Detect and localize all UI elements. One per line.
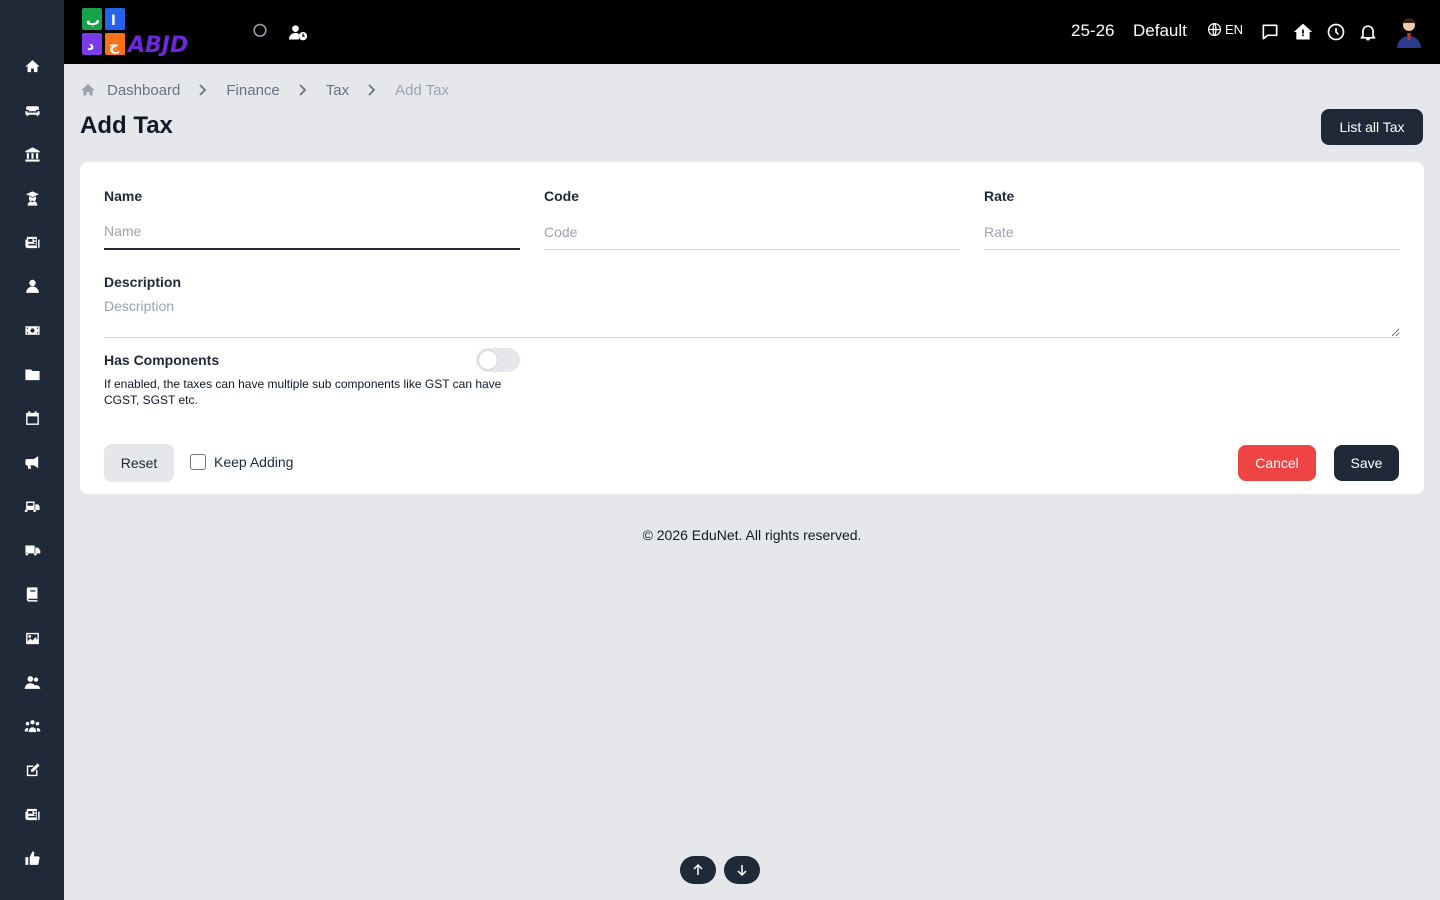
breadcrumb-tax[interactable]: Tax <box>326 82 349 99</box>
svg-text:د: د <box>87 38 94 54</box>
breadcrumb-finance[interactable]: Finance <box>226 82 279 99</box>
breadcrumb-dashboard[interactable]: Dashboard <box>107 82 180 99</box>
book-icon <box>26 586 37 602</box>
toggle-knob <box>478 350 498 370</box>
sidebar-item-logistics[interactable] <box>0 528 64 572</box>
sidebar-item-academics[interactable] <box>0 176 64 220</box>
code-label: Code <box>544 188 579 204</box>
bell-icon[interactable] <box>1356 20 1380 44</box>
language-selector[interactable]: EN <box>1207 22 1243 37</box>
folder-icon <box>24 369 40 380</box>
bank-icon <box>24 146 40 162</box>
svg-text:ب: ب <box>86 13 100 29</box>
school-bus-icon <box>24 501 40 512</box>
chat-icon[interactable] <box>1258 20 1282 44</box>
session-selector[interactable]: 25-26 <box>1071 21 1114 41</box>
topbar: ب ا د ج ABJD 25-26 Default EN <box>64 0 1440 64</box>
arrow-up-icon <box>693 864 703 875</box>
scroll-up-button[interactable] <box>680 856 716 884</box>
has-components-toggle[interactable] <box>476 348 520 372</box>
graduate-icon <box>25 190 39 206</box>
description-label: Description <box>104 274 182 290</box>
sidebar-item-gallery[interactable] <box>0 616 64 660</box>
sidebar-item-reports[interactable] <box>0 792 64 836</box>
breadcrumb-current: Add Tax <box>395 81 450 99</box>
rate-label: Rate <box>984 188 1015 204</box>
add-tax-form: Name Code Rate Description Has Component… <box>80 162 1424 494</box>
newspaper-icon <box>24 236 40 248</box>
has-components-label: Has Components <box>104 352 220 368</box>
chevron-right-icon <box>197 84 209 96</box>
image-icon <box>25 632 39 644</box>
footer-copyright: © 2026 EduNet. All rights reserved. <box>642 527 862 543</box>
language-label: EN <box>1225 22 1244 37</box>
edit-icon <box>26 762 40 776</box>
abjd-logo[interactable]: ب ا د ج ABJD <box>80 8 226 58</box>
people-group-icon <box>24 719 40 732</box>
save-button[interactable]: Save <box>1334 445 1399 481</box>
page-title: Add Tax <box>80 112 173 139</box>
has-components-help: If enabled, the taxes can have multiple … <box>104 377 502 407</box>
home-alert-icon[interactable] <box>1291 20 1315 44</box>
sidebar-item-announcements[interactable] <box>0 440 64 484</box>
list-icon <box>24 808 40 820</box>
sidebar <box>0 0 64 900</box>
description-field-group: Description <box>104 274 1400 338</box>
circle-icon[interactable] <box>248 20 272 44</box>
school-selector[interactable]: Default <box>1133 21 1187 41</box>
svg-text:ABJD: ABJD <box>126 33 188 56</box>
sidebar-item-documents[interactable] <box>0 352 64 396</box>
cancel-button[interactable]: Cancel <box>1238 445 1316 481</box>
sidebar-item-library[interactable] <box>0 572 64 616</box>
sidebar-item-institution[interactable] <box>0 132 64 176</box>
clock-icon[interactable] <box>1324 20 1348 44</box>
svg-text:ا: ا <box>111 13 116 29</box>
sidebar-item-transport[interactable] <box>0 484 64 528</box>
sofa-icon <box>24 105 40 116</box>
breadcrumb: Dashboard Finance Tax Add Tax <box>80 80 449 100</box>
arrow-down-icon <box>737 865 747 876</box>
home-icon <box>24 59 40 72</box>
sidebar-item-furniture[interactable] <box>0 88 64 132</box>
home-icon[interactable] <box>80 82 96 98</box>
calendar-icon <box>25 410 39 425</box>
rate-input[interactable] <box>984 214 1400 250</box>
description-textarea[interactable] <box>104 298 1400 338</box>
sidebar-item-news[interactable] <box>0 220 64 264</box>
user-icon <box>25 279 39 293</box>
scroll-down-button[interactable] <box>724 856 760 884</box>
chevron-right-icon <box>297 84 309 96</box>
thumbs-up-icon <box>24 850 40 865</box>
megaphone-icon <box>24 455 38 469</box>
money-icon <box>24 325 40 335</box>
keep-adding-option[interactable]: Keep Adding <box>190 454 293 470</box>
chevron-right-icon <box>366 84 378 96</box>
user-avatar[interactable] <box>1394 16 1424 48</box>
code-field-group: Code <box>544 188 960 250</box>
keep-adding-checkbox[interactable] <box>190 454 206 470</box>
sidebar-item-exams[interactable] <box>0 748 64 792</box>
sidebar-item-groups[interactable] <box>0 704 64 748</box>
list-all-tax-button[interactable]: List all Tax <box>1321 109 1423 145</box>
sidebar-item-calendar[interactable] <box>0 396 64 440</box>
rate-field-group: Rate <box>984 188 1400 250</box>
truck-icon <box>24 545 40 555</box>
sidebar-item-students[interactable] <box>0 264 64 308</box>
user-clock-icon[interactable] <box>286 20 310 44</box>
sidebar-item-staff[interactable] <box>0 660 64 704</box>
name-input[interactable] <box>104 214 520 250</box>
svg-text:ج: ج <box>109 38 120 54</box>
keep-adding-label: Keep Adding <box>214 454 294 470</box>
code-input[interactable] <box>544 214 960 250</box>
name-field-group: Name <box>104 188 520 250</box>
sidebar-item-home[interactable] <box>0 44 64 88</box>
users-icon <box>24 675 40 689</box>
sidebar-item-feedback[interactable] <box>0 836 64 880</box>
sidebar-item-finance[interactable] <box>0 308 64 352</box>
name-label: Name <box>104 188 143 204</box>
globe-icon <box>1207 22 1222 37</box>
reset-button[interactable]: Reset <box>104 444 174 482</box>
